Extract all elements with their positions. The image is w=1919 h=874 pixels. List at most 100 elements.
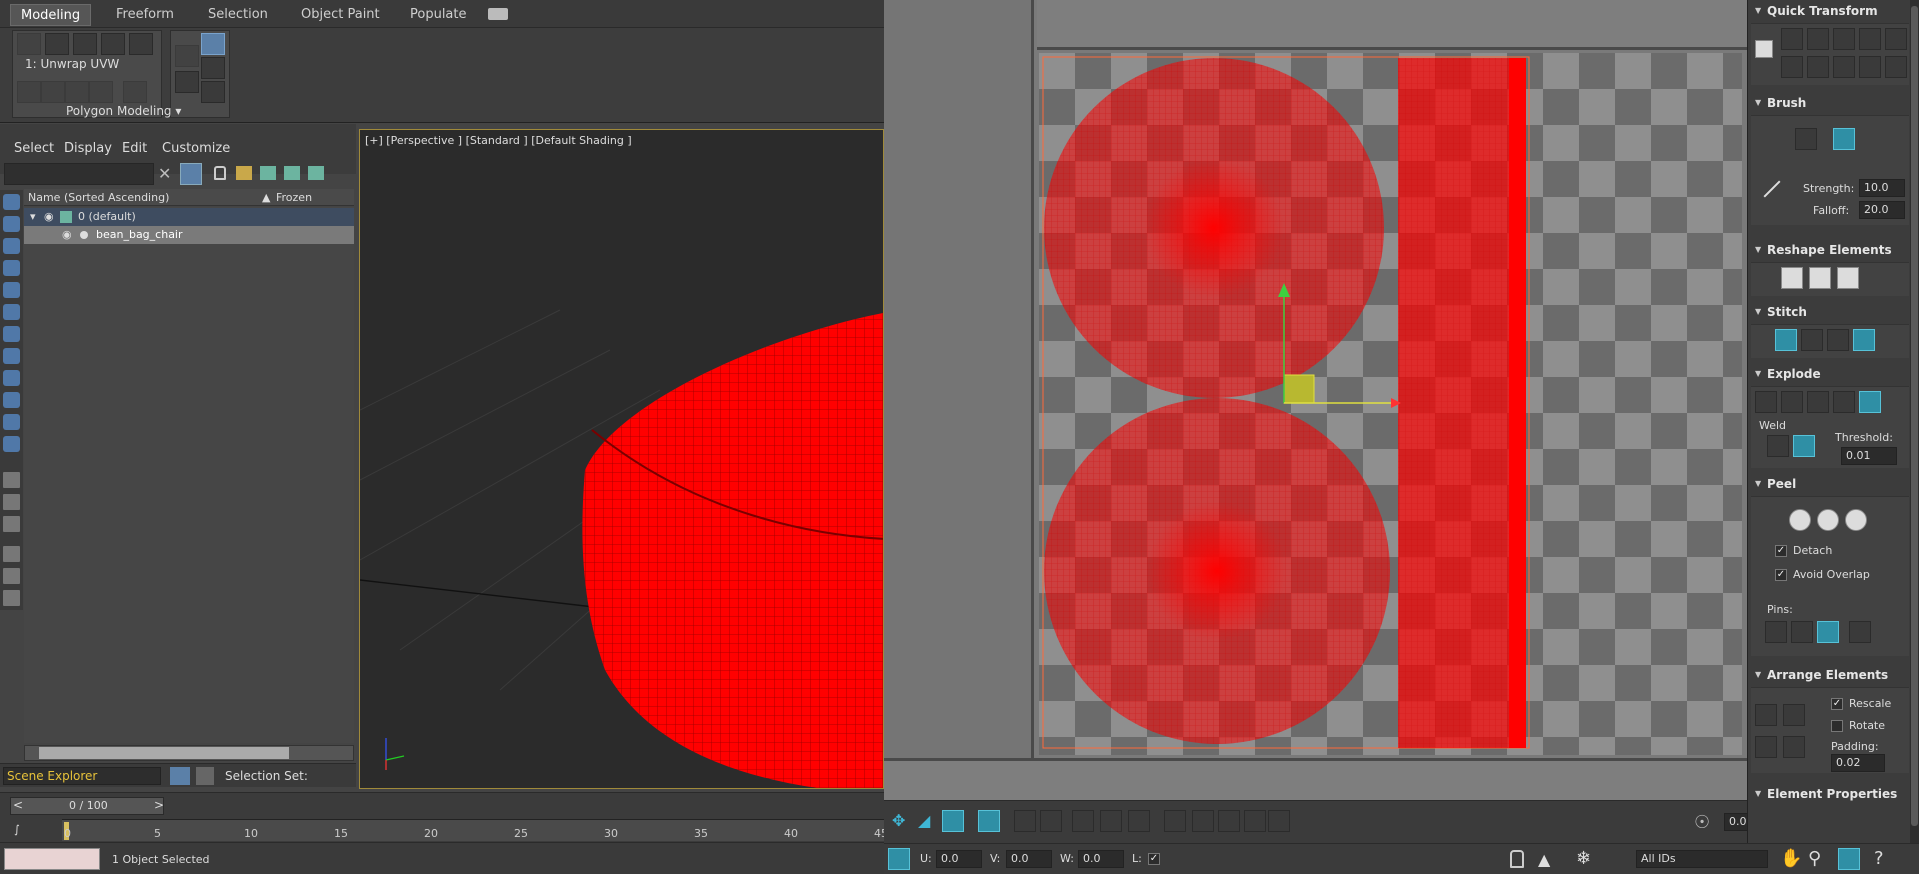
scale-icon[interactable] [942, 810, 964, 832]
align-bottom-icon[interactable] [1218, 810, 1240, 832]
stack-up-icon[interactable] [65, 81, 89, 103]
align-center-icon[interactable] [1100, 810, 1122, 832]
polygon-icon[interactable] [101, 33, 125, 55]
align-to-edge-icon[interactable] [1885, 56, 1907, 78]
select-pins-icon[interactable] [1849, 621, 1871, 643]
help-icon[interactable]: ? [1874, 848, 1884, 869]
xrefs-icon[interactable] [3, 348, 20, 364]
reshape-header[interactable]: Reshape Elements [1749, 239, 1909, 261]
panel-title[interactable]: Polygon Modeling ▾ [66, 104, 181, 118]
pan-icon[interactable]: ✋ [1780, 848, 1802, 869]
eye-icon[interactable]: ◉ [62, 226, 72, 244]
rollout-scrollbar-thumb[interactable] [1911, 6, 1918, 826]
geometry-icon[interactable] [3, 194, 20, 210]
pack-normalize-icon[interactable] [1755, 704, 1777, 726]
scrollbar-thumb[interactable] [39, 747, 289, 759]
menu-select[interactable]: Select [14, 141, 54, 156]
pivot-icon[interactable] [201, 81, 225, 103]
time-slider[interactable]: < 0 / 100 > [10, 797, 164, 815]
brush-header[interactable]: Brush [1749, 92, 1909, 114]
align-x-icon[interactable] [1781, 28, 1803, 50]
tab-selection[interactable]: Selection [198, 4, 278, 26]
stack-down-icon[interactable] [89, 81, 113, 103]
prev-frame-icon[interactable]: < [13, 798, 23, 812]
lights-icon[interactable] [3, 238, 20, 254]
stack-next-icon[interactable] [41, 81, 65, 103]
tab-freeform[interactable]: Freeform [106, 4, 184, 26]
spacewarps-icon[interactable] [3, 304, 20, 320]
rotate-cw-icon[interactable] [1859, 28, 1881, 50]
align-axis-icon[interactable] [1164, 810, 1186, 832]
show-map-icon[interactable]: ▲ [1538, 850, 1550, 869]
absolute-mode-icon[interactable] [888, 848, 910, 870]
rotate-ccw-icon[interactable] [1859, 56, 1881, 78]
break-icon[interactable] [1755, 391, 1777, 413]
layer-icon[interactable] [260, 166, 276, 180]
distribute-icon[interactable] [1781, 56, 1803, 78]
arrange-header[interactable]: Arrange Elements [1749, 664, 1909, 686]
rotate-checkbox[interactable] [1831, 720, 1843, 732]
column-frozen[interactable]: Frozen [276, 191, 312, 204]
uv-canvas[interactable] [1039, 53, 1742, 755]
timeline-track[interactable] [62, 819, 884, 841]
straighten-selection-icon[interactable] [1781, 267, 1803, 289]
hierarchy-toggle-icon[interactable] [196, 767, 214, 785]
relax-icon[interactable] [1837, 267, 1859, 289]
detach-edge-icon[interactable] [1781, 391, 1803, 413]
unpin-icon[interactable] [1791, 621, 1813, 643]
filter-icon[interactable] [180, 163, 202, 185]
shared-icon[interactable]: ❄ [1576, 848, 1591, 869]
move-icon[interactable]: ✥ [892, 811, 914, 833]
groups-icon[interactable] [3, 326, 20, 342]
pack-together-icon[interactable] [1783, 704, 1805, 726]
stitch-custom-icon[interactable] [1853, 329, 1875, 351]
mirror-v-icon[interactable] [1040, 810, 1062, 832]
table-row[interactable]: ◉ bean_bag_chair [24, 226, 354, 244]
relax-until-flat-icon[interactable] [1809, 267, 1831, 289]
detach-checkbox[interactable]: ✓ [1775, 545, 1787, 557]
space-vertical-icon[interactable] [1833, 28, 1855, 50]
align-vertical-icon[interactable] [1128, 810, 1150, 832]
threshold-field[interactable]: 0.01 [1841, 447, 1897, 465]
align-y-icon[interactable] [1885, 28, 1907, 50]
filter-toggle-icon[interactable] [3, 568, 20, 584]
bones-icon[interactable] [3, 370, 20, 386]
set-pivot-icon[interactable] [1755, 40, 1773, 58]
quick-peel-icon[interactable] [1789, 509, 1811, 531]
viewport-label[interactable]: [+] [Perspective ] [Standard ] [Default … [365, 134, 632, 147]
rotate-icon[interactable]: ◢ [918, 811, 940, 833]
menu-display[interactable]: Display [64, 141, 112, 156]
tab-object-paint[interactable]: Object Paint [291, 4, 390, 26]
display-all-icon[interactable] [3, 472, 20, 488]
expand-arrow-icon[interactable]: ▾ [30, 208, 36, 226]
space-horizontal-icon[interactable] [1807, 28, 1829, 50]
rescale-elements-icon[interactable] [1783, 736, 1805, 758]
layers-toggle-icon[interactable] [170, 767, 190, 785]
hierarchy-icon[interactable] [284, 166, 300, 180]
rescale-checkbox[interactable]: ✓ [1831, 698, 1843, 710]
perspective-viewport[interactable]: [+] [Perspective ] [Standard ] [Default … [359, 129, 884, 789]
align-left-icon[interactable] [1192, 810, 1214, 832]
peel-mode-icon[interactable] [1817, 509, 1839, 531]
stitch-average-icon[interactable] [1801, 329, 1823, 351]
falloff-field[interactable]: 20.0 [1859, 201, 1905, 219]
ribbon-options-icon[interactable] [488, 8, 508, 20]
edge-icon[interactable] [45, 33, 69, 55]
avoid-overlap-checkbox[interactable]: ✓ [1775, 569, 1787, 581]
weld-selected-icon[interactable] [1767, 435, 1789, 457]
shapes-icon[interactable] [3, 216, 20, 232]
pack-custom-icon[interactable] [1755, 736, 1777, 758]
horizontal-scrollbar[interactable] [24, 745, 354, 761]
ignore-backfacing-icon[interactable] [175, 71, 199, 93]
explode-by-smoothing-icon[interactable] [1833, 391, 1855, 413]
zoom-icon[interactable]: ⚲ [1808, 848, 1821, 869]
explode-by-material-icon[interactable] [1859, 391, 1881, 413]
explode-header[interactable]: Explode [1749, 363, 1909, 385]
relax-brush-icon[interactable] [1833, 128, 1855, 150]
id-filter-dropdown[interactable]: All IDs [1636, 850, 1768, 868]
stitch-source-icon[interactable] [1827, 329, 1849, 351]
find-icon[interactable] [3, 590, 20, 606]
menu-customize[interactable]: Customize [162, 141, 230, 156]
element-icon[interactable] [129, 33, 153, 55]
auto-pin-icon[interactable] [1817, 621, 1839, 643]
